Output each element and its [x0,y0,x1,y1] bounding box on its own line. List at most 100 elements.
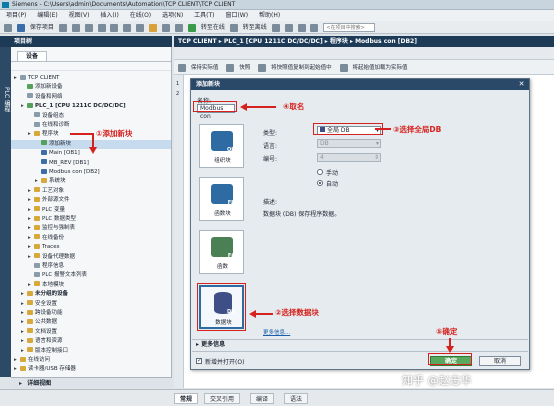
keep-values-icon[interactable] [178,63,186,72]
tree-item[interactable]: MB_REV [DB1] [11,159,171,168]
folder-icon [34,253,40,259]
tree-item[interactable]: ▸ 安全设置 [11,300,171,309]
tree-item[interactable]: PLC 报警文本列表 [11,271,171,280]
tree-item[interactable]: 添加新设备 [11,83,171,92]
open-project-icon[interactable] [16,23,25,32]
menu-help[interactable]: 帮助(H) [259,12,280,19]
tree-item[interactable]: ▸ 在线备份 [11,234,171,243]
copy-snapshot-icon[interactable] [258,63,267,72]
tree-item[interactable]: ▸ PLC 数据类型 [11,215,171,224]
tree-item[interactable]: ▸ 跨设备功能 [11,309,171,318]
tree-item[interactable]: Modbus con [DB2] [11,168,171,177]
tree-item[interactable]: ▸ 在线访问 [11,356,171,365]
tree-item[interactable]: 在线和诊断 [11,121,171,130]
tree-item[interactable]: 程序信息 [11,262,171,271]
menu-insert[interactable]: 插入(I) [100,12,118,19]
tab-compile[interactable]: 编译 [250,393,275,404]
tree-item[interactable]: ▸ 语言和资源 [11,337,171,346]
plc-programming-tab[interactable]: PLC 编程 [2,87,11,112]
tree-item[interactable]: ▸ TCP CLIENT [11,74,171,83]
arrow-left-icon [240,103,247,111]
cut-icon[interactable] [71,23,80,32]
folder-icon [34,187,40,193]
tree-item[interactable]: ▸ 外部源文件 [11,196,171,205]
tab-cross-reference[interactable]: 交叉引用 [204,393,241,404]
new-project-icon[interactable] [4,23,12,32]
menu-options[interactable]: 选项(N) [162,12,183,19]
tree-item[interactable]: ▸ Traces [11,243,171,252]
tree-item[interactable]: ▸ PLC 变量 [11,206,171,215]
tree-item[interactable]: ▸ 监控与强制表 [11,224,171,233]
block-type-fb[interactable]: FB 函数块 [199,177,244,221]
tree-item[interactable]: ▸ 本地模块 [11,281,171,290]
folder-icon [34,234,40,240]
editor-tool-copy-snapshot[interactable]: 将快照值复制到起始值中 [271,65,332,71]
upload-icon[interactable] [175,23,184,32]
more-info-section[interactable]: ▸ 更多信息 [192,339,528,349]
tree-item-label: Main [OB1] [49,150,80,157]
folder-icon [27,318,33,324]
devices-tab[interactable]: 设备 [17,51,47,61]
details-view-header[interactable]: ▸ 详细视图 [11,377,172,389]
tree-item[interactable]: ▸ 读卡器/USB 存储器 [11,365,171,374]
menu-project[interactable]: 项目(P) [6,12,26,19]
go-online-button[interactable]: 转至在线 [201,21,225,34]
snapshot-icon[interactable] [226,63,235,72]
tree-item[interactable]: 设备和网络 [11,93,171,102]
project-tree-header: 项目树 [0,36,172,47]
folder-icon [34,243,40,249]
menu-tools[interactable]: 工具(T) [194,12,214,19]
manual-radio[interactable] [317,169,323,175]
print-icon[interactable] [58,23,67,32]
compile-icon[interactable] [149,23,158,32]
paste-icon[interactable] [97,23,106,32]
cancel-button[interactable]: 取消 [479,356,521,366]
menu-view[interactable]: 视图(V) [69,12,90,19]
tree-item[interactable]: ▸ 版本控制接口 [11,347,171,356]
tree-item-label: 在线和诊断 [42,122,70,128]
db-icon [41,168,47,174]
tree-item[interactable]: ▸ 公共数据 [11,318,171,327]
editor-tool-keep-values[interactable]: 保持实际值 [191,65,219,71]
folder-icon [27,328,33,334]
undo-icon[interactable] [123,23,132,32]
project-search-input[interactable]: <在项目中搜索> [323,23,376,32]
accessible-devices-icon[interactable] [271,23,280,32]
load-start-icon[interactable] [339,63,348,72]
delete-icon[interactable] [110,23,119,32]
folder-icon [27,337,33,343]
more-info-link[interactable]: 更多信息... [263,328,290,336]
tree-item[interactable]: ▸ 系统块 [11,177,171,186]
save-project-button[interactable]: 保存项目 [30,21,54,34]
go-offline-icon[interactable] [229,23,238,32]
redo-icon[interactable] [136,23,145,32]
cross-reference-icon[interactable] [310,23,319,32]
annotation-step5: ⑤确定 [436,327,458,336]
tree-item[interactable]: 设备组态 [11,112,171,121]
go-online-icon[interactable] [188,23,196,32]
menu-window[interactable]: 窗口(W) [225,12,248,19]
add-and-open-checkbox[interactable] [196,357,202,364]
auto-radio[interactable] [317,180,323,186]
download-icon[interactable] [162,23,171,32]
close-icon[interactable]: ✕ [517,80,526,89]
block-type-fc[interactable]: FC 函数 [199,230,244,274]
menu-online[interactable]: 在线(O) [130,12,151,19]
tab-syntax[interactable]: 语法 [284,393,309,404]
tree-item[interactable]: ▸ 未分组的设备 [11,290,171,299]
copy-icon[interactable] [84,23,93,32]
start-cpu-icon[interactable] [284,23,293,32]
db-icon [41,159,47,165]
dialog-footer: 新增并打开(O) 确定 取消 [192,351,528,369]
tab-general[interactable]: 常规 [174,393,199,404]
menu-edit[interactable]: 编辑(E) [37,12,57,19]
tree-item[interactable]: ▸ PLC_1 [CPU 1211C DC/DC/DC] [11,102,171,111]
stop-cpu-icon[interactable] [297,23,306,32]
go-offline-button[interactable]: 转至离线 [243,21,267,34]
tree-item[interactable]: ▸ 设备代理数据 [11,253,171,262]
block-type-ob[interactable]: OB 组织块 [199,124,244,168]
editor-tool-snapshot[interactable]: 快照 [239,65,250,71]
tree-item[interactable]: ▸ 工艺对象 [11,187,171,196]
editor-tool-load-start[interactable]: 将起始值加载为实际值 [353,65,408,71]
tree-item[interactable]: ▸ 文档设置 [11,328,171,337]
